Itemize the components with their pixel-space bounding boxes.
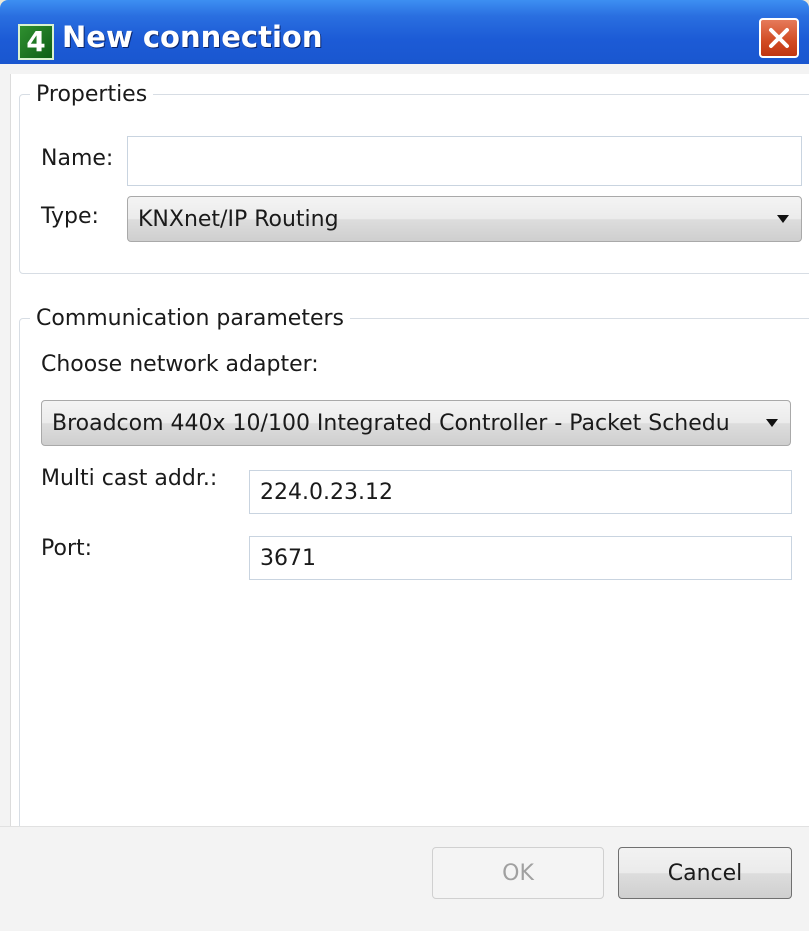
dialog-body: Properties Name: Type: KNXnet/IP Routing… [0, 64, 809, 931]
content-panel: Properties Name: Type: KNXnet/IP Routing… [10, 74, 809, 914]
type-label: Type: [41, 204, 99, 229]
network-adapter-select[interactable]: Broadcom 440x 10/100 Integrated Controll… [41, 400, 791, 446]
close-button[interactable] [759, 18, 799, 58]
communication-parameters-legend: Communication parameters [36, 306, 344, 331]
chevron-down-icon [765, 197, 801, 241]
network-adapter-label: Choose network adapter: [41, 352, 319, 377]
network-adapter-value: Broadcom 440x 10/100 Integrated Controll… [52, 410, 730, 436]
cancel-button[interactable]: Cancel [618, 847, 792, 899]
type-select[interactable]: KNXnet/IP Routing [127, 196, 802, 242]
type-select-value: KNXnet/IP Routing [138, 206, 339, 232]
app-icon: 4 [18, 24, 54, 60]
name-label: Name: [41, 146, 114, 171]
port-label: Port: [41, 536, 93, 561]
port-input[interactable]: 3671 [249, 536, 792, 580]
name-input[interactable] [127, 136, 802, 186]
new-connection-dialog: 4 New connection Properties Name: Type: … [0, 0, 809, 931]
properties-legend: Properties [36, 82, 148, 107]
window-title: New connection [62, 20, 323, 54]
communication-parameters-group: Communication parameters [19, 306, 809, 868]
multicast-address-input[interactable]: 224.0.23.12 [249, 470, 792, 514]
chevron-down-icon [754, 401, 790, 445]
close-icon [769, 28, 789, 48]
multicast-address-label: Multi cast addr.: [41, 466, 218, 491]
button-bar: OK Cancel [0, 826, 809, 931]
ok-button[interactable]: OK [432, 847, 604, 899]
